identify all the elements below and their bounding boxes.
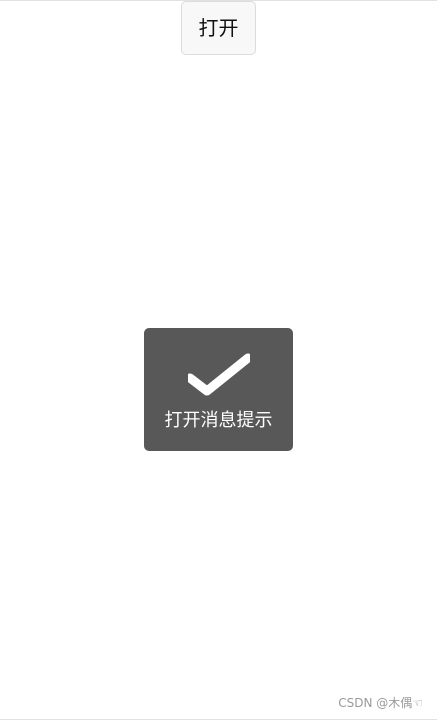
open-button[interactable]: 打开 (181, 1, 256, 55)
check-icon (187, 353, 250, 396)
toast-message: 打开消息提示 (144, 328, 293, 451)
toast-text: 打开消息提示 (164, 410, 273, 431)
page: 打开 打开消息提示 CSDN @木偶☜ (0, 0, 437, 720)
watermark-text: CSDN @木偶☜ (338, 696, 423, 710)
